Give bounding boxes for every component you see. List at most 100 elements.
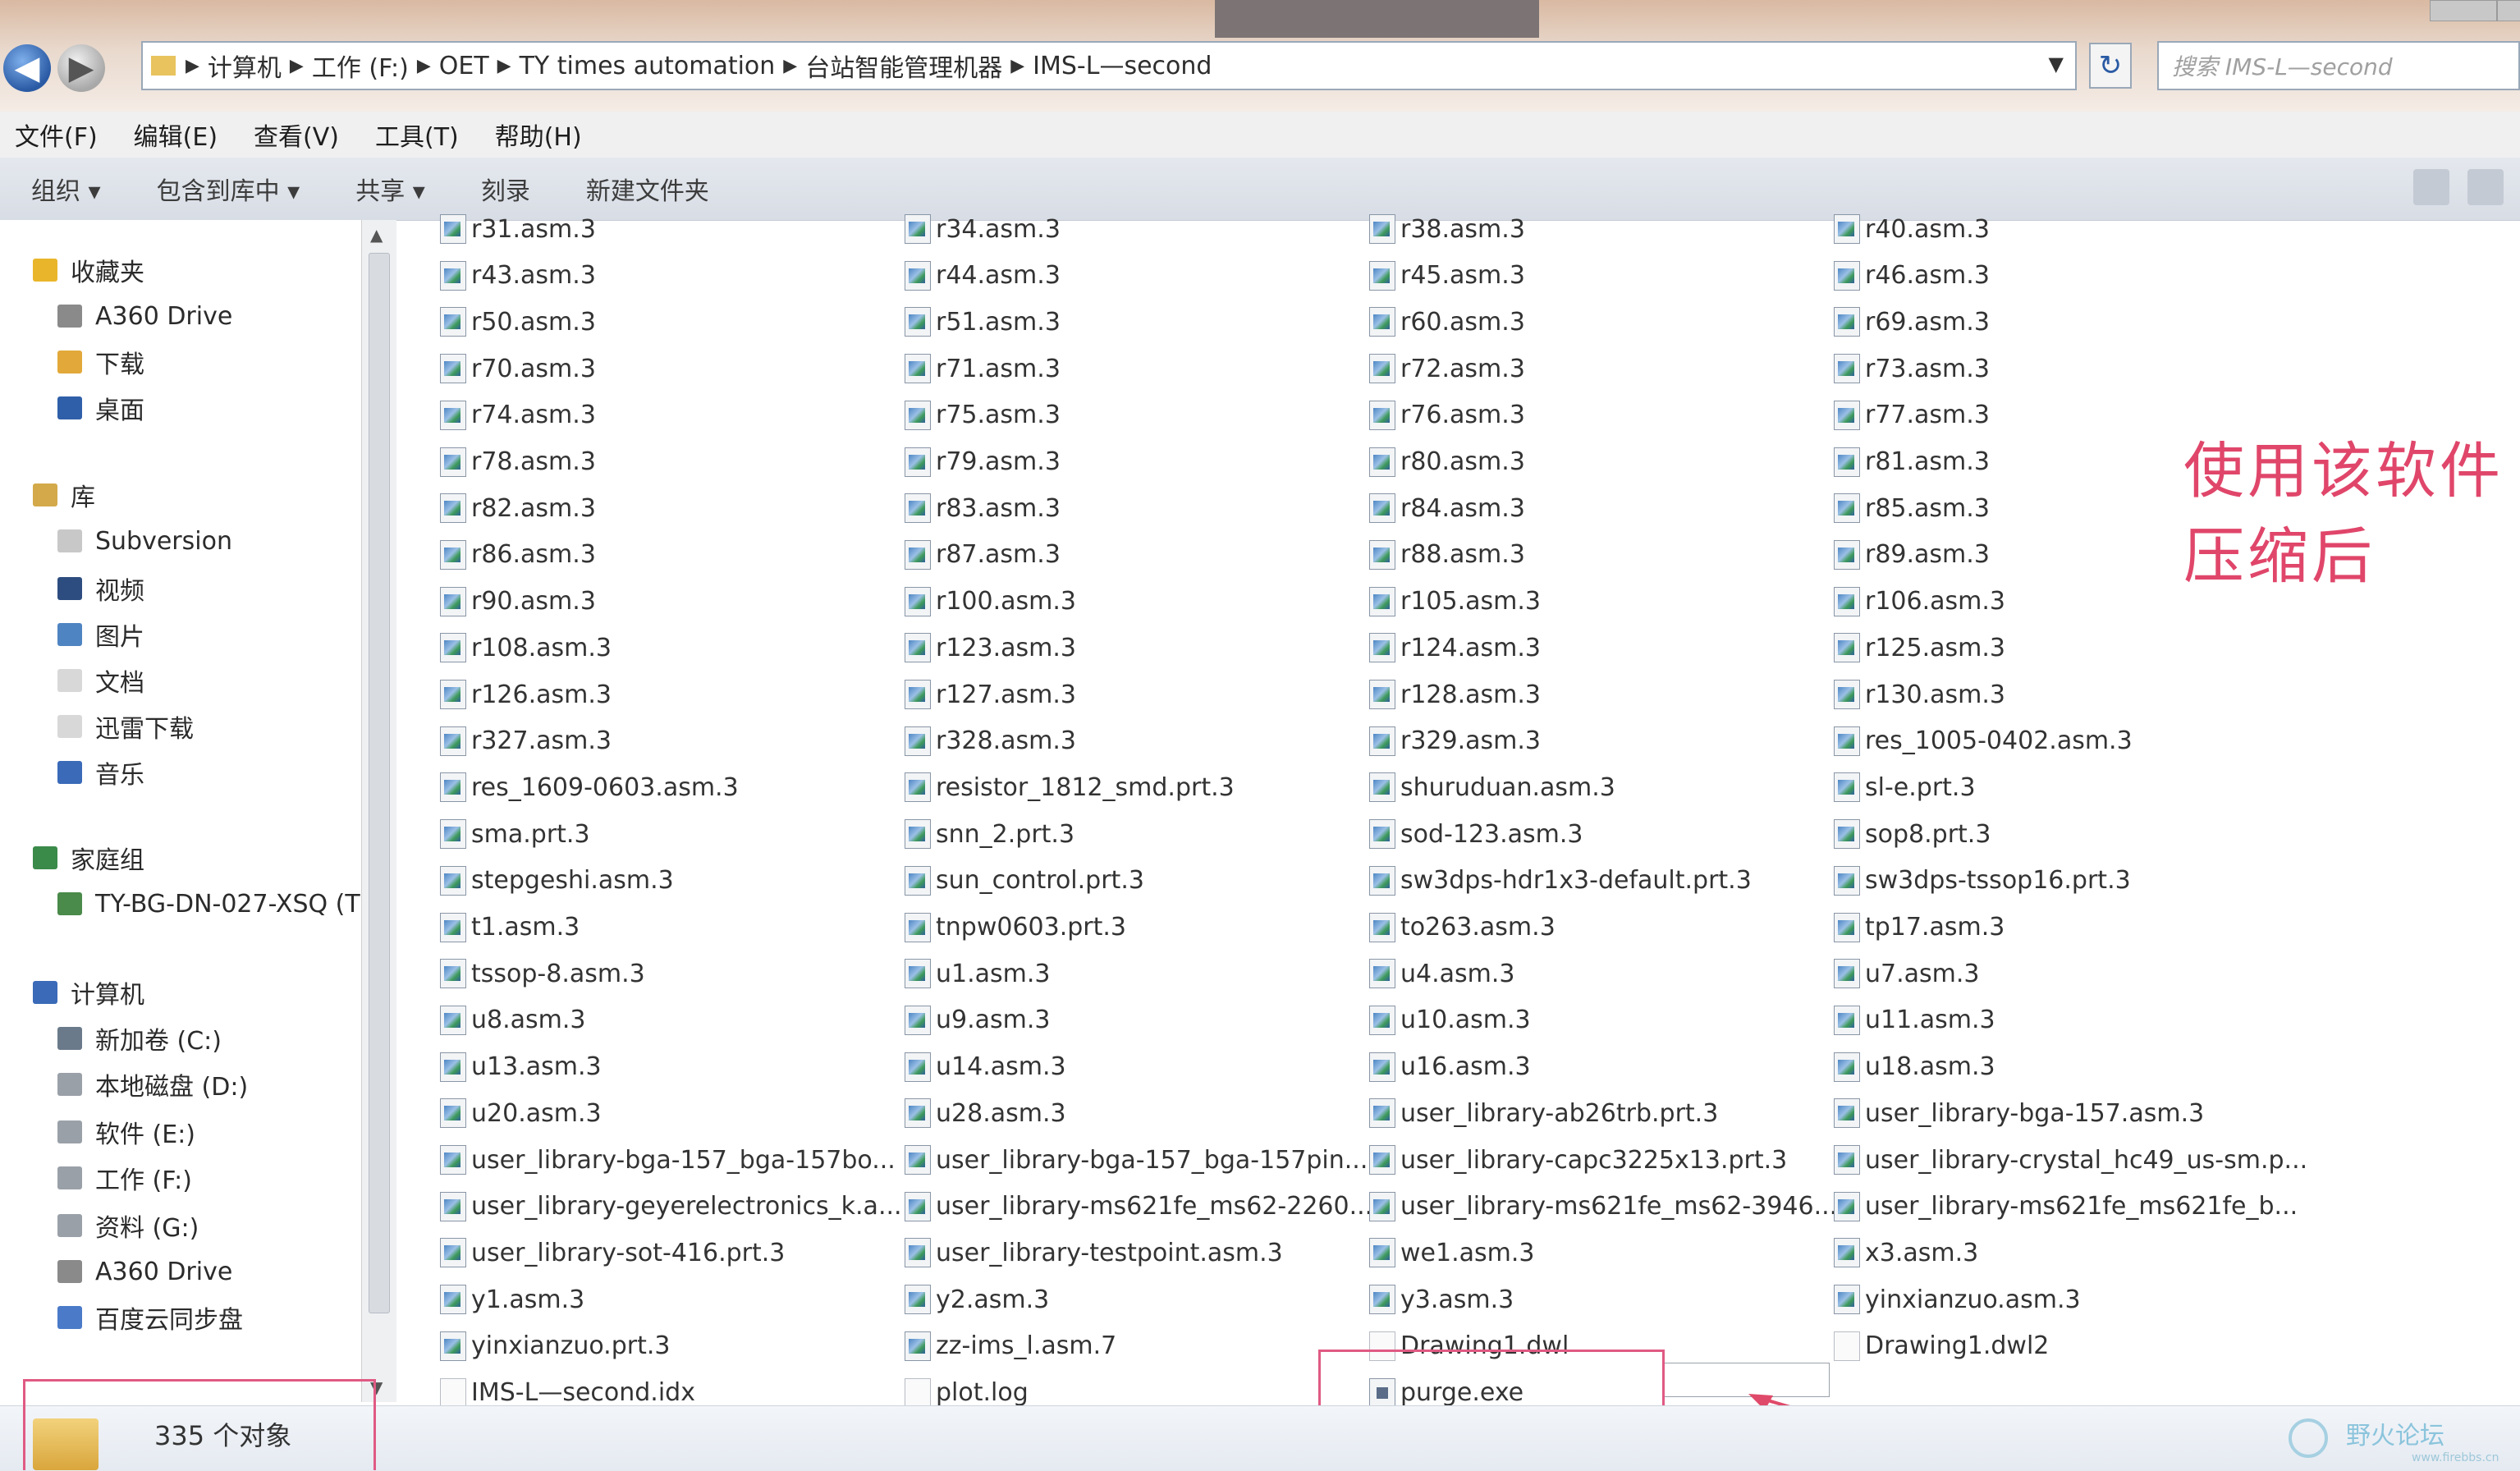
sidebar-item[interactable]: 视频	[57, 568, 144, 609]
file-item[interactable]: r106.asm.3	[1834, 581, 2005, 622]
new-folder-button[interactable]: 新建文件夹	[586, 171, 709, 207]
sidebar-scrollbar[interactable]: ▲ ▼	[361, 220, 396, 1402]
file-item[interactable]: user_library-ab26trb.prt.3	[1369, 1093, 1718, 1134]
breadcrumb-computer[interactable]: 计算机	[199, 48, 290, 84]
breadcrumb-automation[interactable]: TY times automation	[511, 52, 784, 80]
file-item[interactable]: r40.asm.3	[1834, 209, 1990, 250]
chevron-right-icon[interactable]: ▶	[417, 56, 431, 76]
file-item[interactable]: r71.asm.3	[905, 348, 1061, 389]
file-item[interactable]: r83.asm.3	[905, 488, 1061, 529]
file-item[interactable]: r128.asm.3	[1369, 674, 1541, 715]
sidebar-item[interactable]: 工作 (F:)	[57, 1157, 192, 1198]
chevron-right-icon[interactable]: ▶	[290, 56, 304, 76]
refresh-button[interactable]: ↻	[2089, 43, 2132, 89]
sidebar-item[interactable]: 家庭组	[33, 837, 144, 878]
file-item[interactable]: r74.asm.3	[440, 395, 596, 436]
file-item[interactable]: u9.asm.3	[905, 1000, 1051, 1041]
file-item[interactable]: u20.asm.3	[440, 1093, 602, 1134]
sidebar-item[interactable]: 本地磁盘 (D:)	[57, 1064, 248, 1105]
file-item[interactable]: r126.asm.3	[440, 674, 612, 715]
file-item[interactable]: user_library-testpoint.asm.3	[905, 1232, 1283, 1273]
file-item[interactable]: r108.asm.3	[440, 627, 612, 668]
sidebar-item[interactable]: 库	[33, 474, 95, 516]
file-item[interactable]: res_1005-0402.asm.3	[1834, 721, 2133, 762]
menu-help[interactable]: 帮助(H)	[495, 117, 582, 153]
file-item[interactable]: u1.asm.3	[905, 953, 1051, 994]
sidebar-item[interactable]: 音乐	[57, 752, 144, 793]
file-item[interactable]: x3.asm.3	[1834, 1232, 1978, 1273]
sidebar-item[interactable]: 下载	[57, 341, 144, 383]
include-in-library-button[interactable]: 包含到库中 ▾	[157, 171, 300, 207]
chevron-right-icon[interactable]: ▶	[1010, 56, 1024, 76]
sidebar-item[interactable]: 桌面	[57, 387, 144, 428]
search-input[interactable]: 搜索 IMS-L—second	[2157, 41, 2520, 90]
minimize-button[interactable]	[2430, 0, 2497, 21]
menu-tools[interactable]: 工具(T)	[375, 117, 459, 153]
address-dropdown-icon[interactable]: ▼	[2049, 53, 2064, 76]
file-item[interactable]: sma.prt.3	[440, 813, 590, 855]
file-item[interactable]: r327.asm.3	[440, 721, 612, 762]
file-item[interactable]: r51.asm.3	[905, 301, 1061, 342]
sidebar-item[interactable]: A360 Drive	[57, 296, 232, 337]
file-item[interactable]: r85.asm.3	[1834, 488, 1990, 529]
file-item[interactable]: u11.asm.3	[1834, 1000, 1995, 1041]
file-item[interactable]: r127.asm.3	[905, 674, 1076, 715]
preview-pane-button[interactable]	[2467, 169, 2504, 205]
file-item[interactable]: yinxianzuo.asm.3	[1834, 1279, 2081, 1320]
file-item[interactable]: r329.asm.3	[1369, 721, 1541, 762]
file-item[interactable]: stepgeshi.asm.3	[440, 860, 674, 901]
address-bar[interactable]: ▶ 计算机 ▶ 工作 (F:) ▶ OET ▶ TY times automat…	[141, 41, 2077, 90]
scroll-up-icon[interactable]: ▲	[370, 225, 383, 245]
file-item[interactable]: we1.asm.3	[1369, 1232, 1534, 1273]
file-item[interactable]: r50.asm.3	[440, 301, 596, 342]
file-item[interactable]: snn_2.prt.3	[905, 813, 1074, 855]
file-item[interactable]: u18.asm.3	[1834, 1047, 1995, 1088]
file-item[interactable]: u28.asm.3	[905, 1093, 1066, 1134]
file-item[interactable]: user_library-geyerelectronics_k.a...	[440, 1186, 902, 1227]
file-item[interactable]: sun_control.prt.3	[905, 860, 1144, 901]
file-item[interactable]: res_1609-0603.asm.3	[440, 767, 739, 808]
file-item[interactable]: r45.asm.3	[1369, 255, 1525, 296]
file-item[interactable]: r88.asm.3	[1369, 534, 1525, 575]
sidebar-item[interactable]: 迅雷下载	[57, 706, 194, 747]
file-item[interactable]: r123.asm.3	[905, 627, 1076, 668]
chevron-right-icon[interactable]: ▶	[497, 56, 511, 76]
file-item[interactable]: r125.asm.3	[1834, 627, 2005, 668]
file-item[interactable]: r89.asm.3	[1834, 534, 1990, 575]
file-item[interactable]: u13.asm.3	[440, 1047, 602, 1088]
file-item[interactable]: r38.asm.3	[1369, 209, 1525, 250]
burn-button[interactable]: 刻录	[481, 171, 530, 207]
breadcrumb-current-folder[interactable]: IMS-L—second	[1024, 52, 1220, 80]
file-item[interactable]: tssop-8.asm.3	[440, 953, 645, 994]
file-item[interactable]: r79.asm.3	[905, 442, 1061, 483]
file-item[interactable]: u7.asm.3	[1834, 953, 1980, 994]
file-item[interactable]: shuruduan.asm.3	[1369, 767, 1615, 808]
file-item[interactable]: user_library-ms621fe_ms62-2260...	[905, 1186, 1372, 1227]
file-item[interactable]: u16.asm.3	[1369, 1047, 1531, 1088]
change-view-button[interactable]	[2413, 169, 2449, 205]
file-item[interactable]: r31.asm.3	[440, 209, 596, 250]
file-item[interactable]: r70.asm.3	[440, 348, 596, 389]
file-item[interactable]: r72.asm.3	[1369, 348, 1525, 389]
file-item[interactable]: r105.asm.3	[1369, 581, 1541, 622]
file-item[interactable]: r86.asm.3	[440, 534, 596, 575]
file-item[interactable]: r84.asm.3	[1369, 488, 1525, 529]
file-item[interactable]: user_library-crystal_hc49_us-sm.p...	[1834, 1139, 2307, 1180]
file-item[interactable]: user_library-bga-157_bga-157bo...	[440, 1139, 896, 1180]
file-item[interactable]: user_library-bga-157.asm.3	[1834, 1093, 2204, 1134]
file-item[interactable]: r77.asm.3	[1834, 395, 1990, 436]
sidebar-item[interactable]: 收藏夹	[33, 250, 144, 291]
sidebar-item[interactable]: 新加卷 (C:)	[57, 1018, 222, 1059]
file-item[interactable]: r328.asm.3	[905, 721, 1076, 762]
sidebar-item[interactable]: TY-BG-DN-027-XSQ (T	[57, 883, 360, 924]
organize-button[interactable]: 组织 ▾	[31, 171, 101, 207]
file-item[interactable]: sl-e.prt.3	[1834, 767, 1976, 808]
breadcrumb-station-folder[interactable]: 台站智能管理机器	[797, 48, 1010, 84]
sidebar-item[interactable]: 文档	[57, 660, 144, 701]
share-button[interactable]: 共享 ▾	[355, 171, 425, 207]
file-item[interactable]: t1.asm.3	[440, 907, 580, 948]
file-item[interactable]: sw3dps-hdr1x3-default.prt.3	[1369, 860, 1752, 901]
file-item[interactable]: r78.asm.3	[440, 442, 596, 483]
file-item[interactable]: r82.asm.3	[440, 488, 596, 529]
file-item[interactable]: user_library-sot-416.prt.3	[440, 1232, 785, 1273]
